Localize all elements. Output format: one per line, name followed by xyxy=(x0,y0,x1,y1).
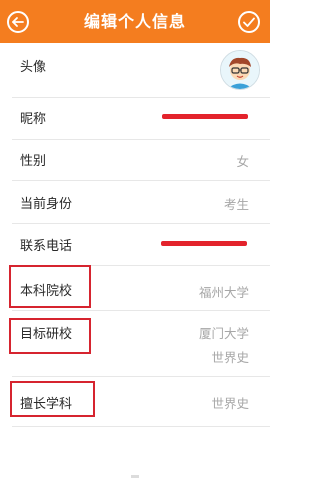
identity-row[interactable]: 当前身份 考生 xyxy=(0,180,270,223)
back-arrow-icon xyxy=(12,17,24,27)
edit-profile-screen: 编辑个人信息 头像 昵称 性别 女 当前身份 考生 联系电话 本科院校 福州大学… xyxy=(0,0,270,478)
identity-label: 当前身份 xyxy=(20,197,73,212)
identity-value: 考生 xyxy=(223,197,249,212)
confirm-button[interactable] xyxy=(238,11,260,33)
phone-row[interactable]: 联系电话 xyxy=(0,223,270,265)
cartoon-boy-avatar-icon xyxy=(221,51,259,89)
nickname-redaction xyxy=(162,114,248,119)
avatar[interactable] xyxy=(220,50,260,90)
gender-row[interactable]: 性别 女 xyxy=(0,139,270,180)
undergrad-value: 福州大学 xyxy=(198,285,249,300)
target-school-highlight-box xyxy=(9,318,91,354)
page-title: 编辑个人信息 xyxy=(83,12,186,31)
avatar-label: 头像 xyxy=(20,60,47,75)
nickname-row[interactable]: 昵称 xyxy=(0,97,270,139)
undergrad-highlight-box xyxy=(9,265,91,308)
expertise-highlight-box xyxy=(10,381,95,417)
nickname-label: 昵称 xyxy=(20,112,47,127)
expertise-value: 世界史 xyxy=(211,396,249,411)
target-major-value: 世界史 xyxy=(211,350,249,365)
check-icon xyxy=(243,17,255,27)
gender-value: 女 xyxy=(236,154,249,169)
target-school-value: 厦门大学 xyxy=(198,326,249,341)
back-button[interactable] xyxy=(7,11,29,33)
divider xyxy=(12,426,270,427)
phone-redaction xyxy=(161,241,247,246)
phone-label: 联系电话 xyxy=(20,239,73,254)
gender-label: 性别 xyxy=(20,154,47,169)
header-bar: 编辑个人信息 xyxy=(0,0,270,43)
